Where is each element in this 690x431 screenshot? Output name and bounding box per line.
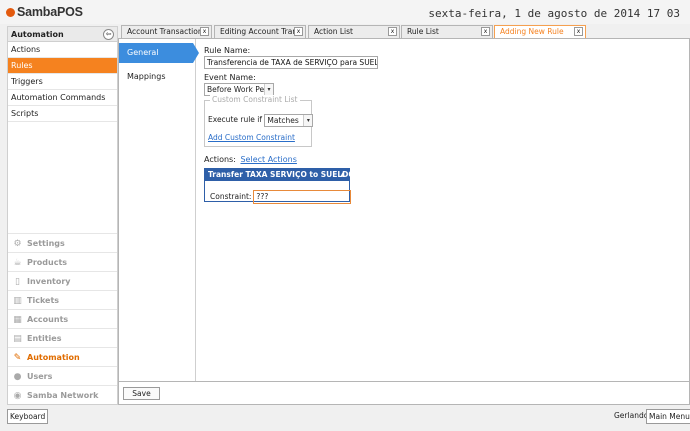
- action-item: Transfer TAXA SERVIÇO to SUELDOS ▲ Const…: [204, 168, 360, 204]
- module-label: Entities: [27, 334, 62, 343]
- sidebar-item-rules[interactable]: Rules: [8, 58, 117, 74]
- tab-label: Account Transaction: [127, 27, 203, 36]
- sidebar-item-automation-commands[interactable]: Automation Commands: [8, 90, 117, 106]
- action-constraint-row: Constraint:???: [210, 189, 352, 204]
- constraint-label: Constraint:: [210, 192, 252, 201]
- module-accounts[interactable]: ▦ Accounts: [8, 309, 117, 328]
- module-automation[interactable]: ✎ Automation: [8, 347, 117, 366]
- rule-name-input[interactable]: Transferencia de TAXA de SERVIÇO para SU…: [204, 56, 378, 69]
- constraint-input[interactable]: ???: [253, 190, 352, 204]
- tab-bar: Account Transaction x Editing Account Tra…: [118, 24, 690, 39]
- actions-row: Actions: Select Actions: [204, 154, 624, 165]
- sidebar-title: Automation: [11, 30, 64, 39]
- main-menu-button[interactable]: Main Menu: [646, 409, 690, 424]
- module-label: Inventory: [27, 277, 71, 286]
- tab-rule-list[interactable]: Rule List x: [401, 25, 493, 38]
- add-custom-constraint-link[interactable]: Add Custom Constraint: [208, 133, 295, 142]
- close-icon[interactable]: x: [481, 27, 490, 36]
- action-title: Transfer TAXA SERVIÇO to SUELDOS: [208, 170, 361, 179]
- main-area: Account Transaction x Editing Account Tra…: [118, 24, 690, 405]
- execute-rule-row: Execute rule if Matches ▾: [208, 113, 314, 127]
- editor-footer: Save: [118, 382, 690, 405]
- datetime-display: sexta-feira, 1 de agosto de 2014 17 03: [428, 7, 680, 20]
- module-users[interactable]: ● Users: [8, 366, 117, 385]
- app-logo: SambaPOS: [6, 5, 83, 19]
- module-label: Settings: [27, 239, 65, 248]
- close-icon[interactable]: x: [294, 27, 303, 36]
- keyboard-button[interactable]: Keyboard: [7, 409, 49, 424]
- sidebar-item-triggers[interactable]: Triggers: [8, 74, 117, 90]
- top-bar: SambaPOS sexta-feira, 1 de agosto de 201…: [0, 0, 690, 24]
- module-label: Users: [27, 372, 53, 381]
- execute-rule-label: Execute rule if: [208, 115, 263, 124]
- custom-constraint-group: Custom Constraint List Execute rule if M…: [204, 95, 314, 147]
- nav-mappings[interactable]: Mappings: [119, 67, 195, 87]
- nav-general-settings[interactable]: General Settings: [119, 43, 199, 77]
- tab-label: Rule List: [407, 27, 439, 36]
- status-bar: Keyboard Gerlando Main Menu: [0, 405, 690, 431]
- module-inventory[interactable]: ▯ Inventory: [8, 271, 117, 290]
- module-samba-network[interactable]: ◉ Samba Network: [8, 385, 117, 404]
- module-tickets[interactable]: ▥ Tickets: [8, 290, 117, 309]
- rule-form: Rule Name: Transferencia de TAXA de SERV…: [204, 45, 624, 204]
- module-entities[interactable]: ▤ Entities: [8, 328, 117, 347]
- module-label: Accounts: [27, 315, 69, 324]
- actions-label: Actions:: [204, 155, 236, 164]
- action-header[interactable]: Transfer TAXA SERVIÇO to SUELDOS ▲: [205, 169, 360, 181]
- sidebar: Automation ⇦ Actions Rules Triggers Auto…: [7, 26, 118, 405]
- logged-in-user: Gerlando: [614, 411, 649, 420]
- logo-text: SambaPOS: [17, 5, 83, 19]
- tab-account-transaction[interactable]: Account Transaction x: [121, 25, 212, 38]
- sidebar-item-actions[interactable]: Actions: [8, 42, 117, 58]
- select-actions-link[interactable]: Select Actions: [240, 155, 296, 164]
- event-name-label: Event Name:: [204, 73, 256, 82]
- tab-label: Adding New Rule: [500, 27, 564, 36]
- module-settings[interactable]: ⚙ Settings: [8, 233, 117, 252]
- back-arrow-icon[interactable]: ⇦: [103, 29, 114, 40]
- editor-nav: General Settings Mappings: [119, 39, 199, 381]
- module-label: Products: [27, 258, 68, 267]
- tab-adding-new-rule[interactable]: Adding New Rule x: [494, 25, 586, 39]
- execute-rule-select[interactable]: Matches ▾: [264, 113, 314, 127]
- tab-editing-account-trans[interactable]: Editing Account Trans x: [214, 25, 306, 38]
- module-label: Tickets: [27, 296, 60, 305]
- tab-label: Editing Account Trans: [220, 27, 301, 36]
- module-products[interactable]: ☕ Products: [8, 252, 117, 271]
- tab-action-list[interactable]: Action List x: [308, 25, 400, 38]
- close-icon[interactable]: x: [388, 27, 397, 36]
- sidebar-item-scripts[interactable]: Scripts: [8, 106, 117, 122]
- collapse-icon[interactable]: ▲: [340, 169, 345, 181]
- close-icon[interactable]: x: [574, 27, 583, 36]
- execute-rule-value: Matches: [267, 115, 299, 125]
- module-list: ⚙ Settings ☕ Products ▯ Inventory ▥ Tickets …: [8, 233, 117, 404]
- logo-mark: [6, 8, 15, 17]
- module-label: Automation: [27, 353, 80, 362]
- rule-name-label: Rule Name:: [204, 46, 251, 55]
- tab-label: Action List: [314, 27, 353, 36]
- sidebar-header: Automation ⇦: [8, 27, 117, 42]
- chevron-down-icon[interactable]: ▾: [303, 114, 313, 126]
- custom-constraint-title: Custom Constraint List: [210, 95, 300, 104]
- save-button[interactable]: Save: [123, 387, 160, 400]
- close-icon[interactable]: x: [200, 27, 209, 36]
- globe-icon: ◉: [13, 391, 22, 401]
- editor-panel: General Settings Mappings Rule Name: Tra…: [118, 38, 690, 382]
- module-label: Samba Network: [27, 391, 99, 400]
- chevron-down-icon[interactable]: ▾: [264, 84, 273, 95]
